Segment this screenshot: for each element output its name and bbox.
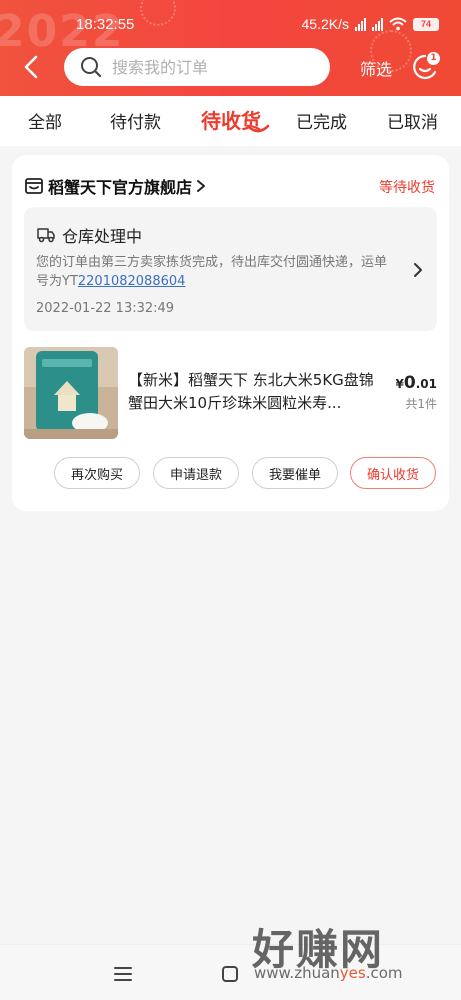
logistics-panel[interactable]: 仓库处理中 您的订单由第三方卖家拣货完成，待出库交付圆通快递，运单号为YT220… bbox=[24, 207, 437, 331]
watermark-url-prefix: www.zhuan bbox=[254, 964, 340, 982]
price-decimal: .01 bbox=[415, 377, 437, 391]
chevron-right-icon bbox=[197, 180, 206, 192]
active-tab-indicator bbox=[246, 124, 270, 133]
truck-icon bbox=[37, 228, 55, 243]
status-right-group: 45.2K/s 74 bbox=[302, 16, 439, 32]
network-speed: 45.2K/s bbox=[301, 16, 349, 32]
watermark-url-mid: yes bbox=[339, 964, 366, 982]
logistics-title: 仓库处理中 bbox=[62, 227, 143, 246]
wifi-icon bbox=[389, 17, 407, 31]
menu-icon[interactable] bbox=[113, 965, 133, 983]
signal-icon bbox=[372, 17, 383, 31]
header-bar: 2022 18:32:55 45.2K/s 74 筛选 1 bbox=[0, 0, 461, 96]
chevron-right-icon bbox=[414, 263, 422, 277]
rebuy-button[interactable]: 再次购买 bbox=[54, 457, 140, 489]
order-actions: 再次购买 申请退款 我要催单 确认收货 bbox=[54, 457, 438, 491]
product-item[interactable]: 【新米】稻蟹天下 东北大米5KG盘锦蟹田大米10斤珍珠米圆粒米寿... ¥0.0… bbox=[24, 345, 437, 441]
search-icon bbox=[81, 57, 102, 78]
order-status: 等待收货 bbox=[379, 180, 435, 196]
status-time: 18:32:55 bbox=[76, 16, 135, 33]
product-thumbnail bbox=[24, 347, 118, 439]
confirm-receipt-button[interactable]: 确认收货 bbox=[350, 457, 436, 489]
shop-link[interactable]: 稻蟹天下官方旗舰店 bbox=[24, 175, 206, 197]
watermark-url: www.zhuanyes.com bbox=[254, 964, 403, 982]
product-title: 【新米】稻蟹天下 东北大米5KG盘锦蟹田大米10斤珍珠米圆粒米寿... bbox=[128, 371, 374, 412]
tab-cancelled[interactable]: 已取消 bbox=[387, 108, 438, 133]
battery-icon: 74 bbox=[413, 17, 439, 31]
watermark-url-suffix: .com bbox=[365, 964, 403, 982]
product-price: ¥0.01 bbox=[396, 373, 437, 393]
tracking-number-link[interactable]: 2201082088604 bbox=[78, 274, 186, 289]
order-tabs: 全部 待付款 待收货 已完成 已取消 bbox=[0, 96, 461, 146]
signal-icon bbox=[355, 17, 366, 31]
shop-name: 稻蟹天下官方旗舰店 bbox=[48, 178, 193, 197]
tab-all[interactable]: 全部 bbox=[28, 108, 62, 133]
logistics-time: 2022-01-22 13:32:49 bbox=[36, 301, 175, 316]
price-symbol: ¥ bbox=[395, 377, 404, 391]
search-input[interactable] bbox=[112, 57, 312, 77]
tab-pending-payment[interactable]: 待付款 bbox=[110, 108, 161, 133]
back-arrow-icon[interactable] bbox=[18, 52, 46, 82]
search-box[interactable] bbox=[64, 48, 330, 86]
store-icon bbox=[25, 178, 43, 194]
home-square-icon[interactable] bbox=[221, 965, 239, 983]
urge-order-button[interactable]: 我要催单 bbox=[252, 457, 338, 489]
status-bar: 18:32:55 45.2K/s 74 bbox=[0, 14, 461, 38]
price-integer: 0 bbox=[403, 373, 416, 393]
tab-completed[interactable]: 已完成 bbox=[296, 108, 347, 133]
order-card: 稻蟹天下官方旗舰店 等待收货 仓库处理中 您的订单由第三方卖家拣货完成，待出库交… bbox=[12, 155, 449, 511]
message-badge: 1 bbox=[427, 52, 440, 65]
filter-button[interactable]: 筛选 bbox=[360, 56, 392, 80]
logistics-description: 您的订单由第三方卖家拣货完成，待出库交付圆通快递，运单号为YT220108208… bbox=[36, 253, 396, 291]
product-quantity: 共1件 bbox=[405, 397, 437, 411]
refund-button[interactable]: 申请退款 bbox=[153, 457, 239, 489]
